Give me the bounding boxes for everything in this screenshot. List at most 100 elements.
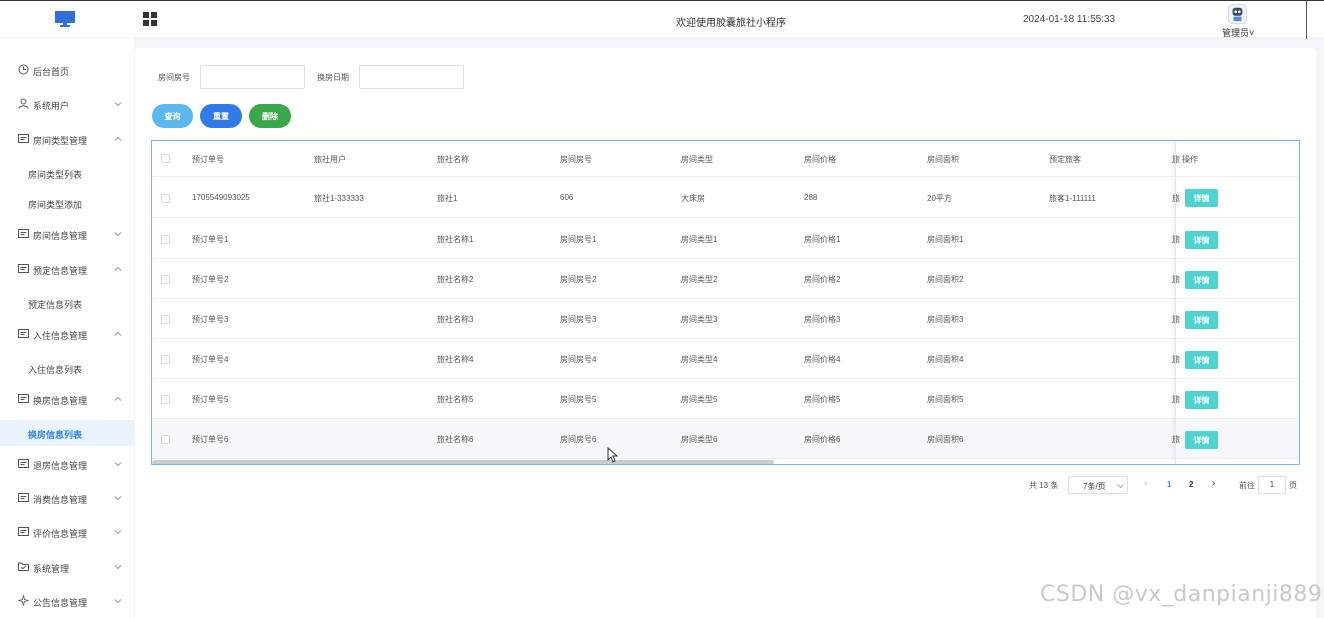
cell-room-no: 606 [560, 193, 574, 202]
table-row[interactable]: 预订单号2 旅社名称2 房间房号2 房间类型2 房间价格2 房间面积2 旅 [152, 259, 1299, 299]
column-header[interactable]: 旅社名称 [437, 154, 469, 165]
column-header[interactable]: 旅社用户 [314, 154, 346, 165]
cell-room-no: 房间房号6 [560, 435, 597, 444]
mouse-cursor-icon [607, 447, 618, 463]
goto-page-input[interactable]: 1 [1258, 476, 1286, 494]
table-row[interactable]: 预订单号5 旅社名称5 房间房号5 房间类型5 房间价格5 房间面积5 旅 [152, 379, 1299, 419]
row-checkbox[interactable] [161, 355, 170, 364]
column-header[interactable]: 预订单号 [192, 154, 224, 165]
column-header[interactable]: 房间类型 [681, 154, 713, 165]
cell-hostel-name: 旅社名称4 [437, 355, 474, 364]
cell-hostel-name: 旅社名称6 [437, 435, 474, 444]
sidebar-item-consumption-mgmt[interactable]: 消费信息管理 [0, 485, 134, 511]
row-checkbox[interactable] [161, 395, 170, 404]
detail-button[interactable]: 详情 [1185, 271, 1218, 289]
page-size-select[interactable]: 7条/页 [1068, 476, 1128, 494]
current-datetime: 2024-01-18 11:55:33 [1023, 14, 1116, 25]
change-date-label: 换房日期 [317, 73, 349, 82]
row-checkbox[interactable] [161, 315, 170, 324]
pagination-total: 共 13 条 [1029, 481, 1059, 490]
detail-button[interactable]: 详情 [1185, 311, 1218, 329]
room-no-input[interactable] [200, 65, 305, 89]
top-bar: 欢迎使用胶囊旅社小程序 2024-01-18 11:55:33 管理员˅ [0, 0, 1324, 39]
sidebar-item-room-change-mgmt[interactable]: 换房信息管理 [0, 386, 134, 412]
sidebar-subitem-room-change-list[interactable]: 换房信息列表 [0, 420, 134, 446]
table-row[interactable]: 预订单号1 旅社名称1 房间房号1 房间类型1 房间价格1 房间面积1 旅 [152, 219, 1299, 259]
sidebar-subitem-checkin-list[interactable]: 入住信息列表 [0, 355, 134, 381]
page-size-value: 7条/页 [1083, 482, 1106, 491]
detail-button[interactable]: 详情 [1185, 431, 1218, 449]
select-all-checkbox[interactable] [161, 154, 170, 163]
sidebar-item-checkout-mgmt[interactable]: 退房信息管理 [0, 451, 134, 477]
column-header[interactable]: 房间房号 [560, 154, 592, 165]
chevron-up-icon [114, 266, 122, 271]
sidebar-item-label: 消费信息管理 [33, 495, 88, 505]
sidebar-item-label: 公告信息管理 [33, 598, 88, 608]
cell-room-type: 房间类型5 [681, 395, 718, 404]
detail-button[interactable]: 详情 [1185, 391, 1218, 409]
cell-room-no: 房间房号2 [560, 275, 597, 284]
cell-room-area: 房间面积5 [927, 395, 964, 404]
sidebar-item-notice-mgmt[interactable]: 公告信息管理 [0, 588, 134, 614]
next-page-button[interactable]: › [1212, 478, 1215, 496]
card-icon [18, 394, 29, 403]
row-checkbox[interactable] [161, 194, 170, 203]
sidebar-subitem-booking-list[interactable]: 预定信息列表 [0, 290, 134, 316]
card-icon [18, 493, 29, 502]
table-row[interactable]: 预订单号4 旅社名称4 房间房号4 房间类型4 房间价格4 房间面积4 旅 [152, 339, 1299, 379]
sidebar-subitem-room-type-add[interactable]: 房间类型添加 [0, 190, 134, 216]
cell-room-price: 房间价格1 [804, 235, 841, 244]
sidebar-item-system-users[interactable]: 系统用户 [0, 91, 134, 117]
detail-button[interactable]: 详情 [1185, 189, 1218, 207]
sidebar-subitem-room-type-list[interactable]: 房间类型列表 [0, 160, 134, 186]
goto-label: 前往 [1239, 481, 1255, 490]
window-edge [1306, 1, 1307, 39]
row-checkbox[interactable] [161, 275, 170, 284]
cell-order-no: 预订单号1 [192, 235, 229, 244]
sidebar-item-label: 系统管理 [33, 564, 70, 574]
sidebar-item-system-mgmt[interactable]: 系统管理 [0, 554, 134, 580]
column-header[interactable]: 房间价格 [804, 154, 836, 165]
sidebar-item-checkin-mgmt[interactable]: 入住信息管理 [0, 321, 134, 347]
sidebar-item-room-type-mgmt[interactable]: 房间类型管理 [0, 126, 134, 152]
table-row[interactable]: 1705549093025 旅社1-333333 旅社1 606 大床房 288… [152, 178, 1299, 218]
sparkle-icon [18, 595, 29, 606]
cell-room-type: 房间类型1 [681, 235, 718, 244]
row-checkbox[interactable] [161, 435, 170, 444]
column-header[interactable]: 预定旅客 [1049, 154, 1081, 165]
user-menu[interactable]: 管理员˅ [1222, 26, 1254, 39]
room-no-label: 房间房号 [158, 73, 190, 82]
detail-button[interactable]: 详情 [1185, 231, 1218, 249]
sidebar-item-label: 退房信息管理 [33, 461, 88, 471]
row-checkbox[interactable] [161, 235, 170, 244]
cell-room-type: 房间类型6 [681, 435, 718, 444]
page-1-button[interactable]: 1 [1167, 480, 1171, 498]
horizontal-scrollbar[interactable] [152, 460, 774, 464]
table-row[interactable]: 预订单号3 旅社名称3 房间房号3 房间类型3 房间价格3 房间面积3 旅 [152, 299, 1299, 339]
page-2-button[interactable]: 2 [1189, 480, 1193, 498]
avatar[interactable] [1228, 4, 1247, 24]
prev-page-button[interactable]: ‹ [1144, 478, 1147, 496]
change-date-input[interactable] [359, 65, 464, 89]
query-button[interactable]: 查询 [152, 104, 193, 128]
table-row[interactable]: 预订单号6 旅社名称6 房间房号6 房间类型6 房间价格6 房间面积6 旅 [152, 419, 1299, 459]
grid-menu-icon[interactable] [143, 12, 157, 26]
cell-room-type: 房间类型2 [681, 275, 718, 284]
cell-order-no: 1705549093025 [192, 193, 250, 202]
cell-room-type: 房间类型3 [681, 315, 718, 324]
sidebar-item-booking-mgmt[interactable]: 预定信息管理 [0, 256, 134, 282]
detail-button[interactable]: 详情 [1185, 351, 1218, 369]
sidebar-item-label: 入住信息列表 [28, 365, 83, 375]
delete-button[interactable]: 删除 [249, 104, 291, 128]
cell-room-no: 房间房号4 [560, 355, 597, 364]
sidebar-item-review-mgmt[interactable]: 评价信息管理 [0, 519, 134, 545]
cell-room-area: 房间面积6 [927, 435, 964, 444]
column-header[interactable]: 房间面积 [927, 154, 959, 165]
cell-guest: 旅客1-111111 [1049, 194, 1096, 203]
sidebar-item-room-info-mgmt[interactable]: 房间信息管理 [0, 221, 134, 247]
card-icon [18, 134, 29, 143]
reset-button[interactable]: 重置 [200, 104, 242, 128]
cell-hostel-name: 旅社名称1 [437, 235, 474, 244]
sidebar-item-home[interactable]: 后台首页 [0, 57, 134, 83]
sidebar-item-label: 换房信息管理 [33, 396, 88, 406]
